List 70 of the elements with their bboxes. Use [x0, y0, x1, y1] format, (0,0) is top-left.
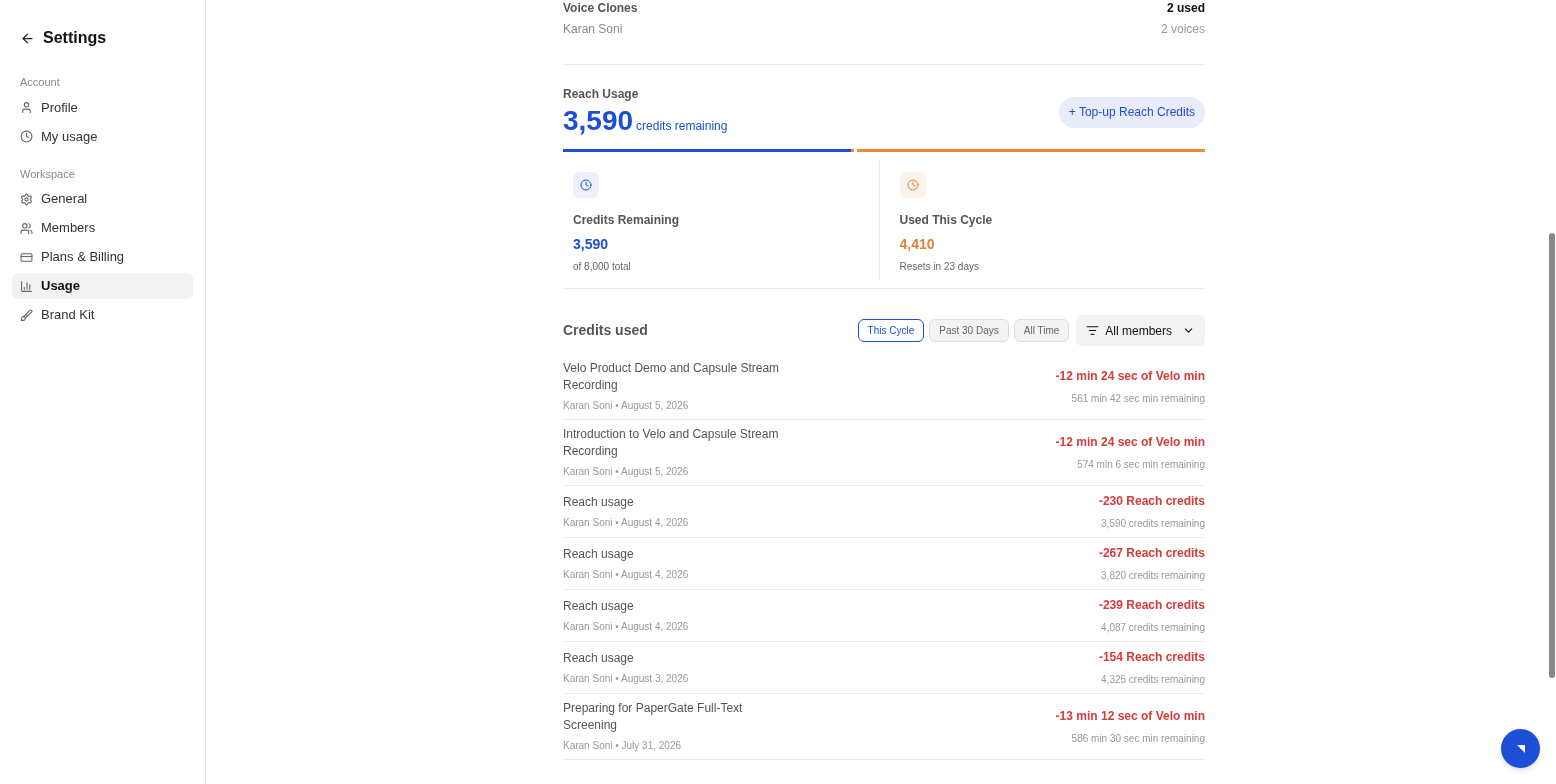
usage-meta: Karan Soni • August 5, 2026 [563, 465, 690, 479]
section-title: Reach Usage [563, 86, 640, 103]
credits-label: credits remaining [636, 118, 728, 135]
usage-meta: Karan Soni • August 4, 2026 [563, 515, 690, 530]
stat-note: of 8,000 total [573, 260, 632, 274]
voice-count: 2 voices [1160, 21, 1205, 38]
remaining-note: 586 min 30 sec min remaining [1071, 732, 1205, 746]
settings-icon [20, 192, 33, 206]
sidebar-item[interactable]: General [12, 186, 193, 212]
settings-title: Settings [43, 28, 107, 48]
sidebar-item[interactable]: Plans & Billing [12, 244, 193, 270]
sidebar-item[interactable]: My usage [12, 123, 193, 150]
section-heading: Workspace [19, 166, 76, 182]
usage-title: Introduction to Velo and Capsule Stream Recording [563, 426, 780, 460]
usage-title: Reach usage [563, 545, 635, 563]
sidebar-item[interactable]: Usage [12, 273, 193, 299]
usage-title: Velo Product Demo and Capsule Stream Recording [563, 360, 781, 394]
remaining-note: 3,820 credits remaining [1101, 569, 1205, 583]
usage-meta: Karan Soni • August 5, 2026 [563, 399, 690, 413]
clock-icon [573, 172, 599, 198]
usage-title: Reach usage [563, 597, 635, 615]
usage-amount: -12 min 24 sec of Velo min [1055, 368, 1205, 385]
scrollbar[interactable] [1549, 233, 1555, 678]
usage-title: Reach usage [563, 649, 635, 667]
usage-amount: -230 Reach credits [1098, 493, 1205, 510]
filter-tab[interactable]: Past 30 Days [929, 319, 1009, 342]
usage-amount: -267 Reach credits [1098, 545, 1205, 562]
bar-chart-icon [20, 279, 33, 293]
usage-title: Preparing for PaperGate Full-Text Screening [563, 700, 744, 734]
usage-title: Reach usage [563, 493, 635, 511]
sidebar-item[interactable]: Profile [12, 94, 193, 121]
sidebar-item[interactable]: Members [12, 215, 193, 241]
credits-amount: 3,590 [563, 104, 634, 138]
usage-amount: -154 Reach credits [1098, 649, 1205, 666]
stat-label: Used This Cycle [899, 212, 994, 229]
stat-value: 4,410 [899, 235, 936, 254]
top-up-button[interactable]: + Top-up Reach Credits [1058, 96, 1205, 128]
stat-note: Resets in 23 days [899, 260, 980, 274]
section-heading: Account [19, 75, 61, 90]
clock-icon [20, 130, 33, 143]
section-title: Voice Clones [563, 1, 638, 15]
member-filter-dropdown[interactable]: All members [1076, 315, 1205, 346]
users-icon [20, 221, 33, 235]
owner-name: Karan Soni [563, 21, 624, 38]
chat-button[interactable] [1501, 729, 1540, 768]
user-icon [20, 101, 33, 114]
used-count: 2 used [1167, 1, 1205, 15]
filter-icon [1086, 324, 1100, 337]
usage-amount: -12 min 24 sec of Velo min [1055, 434, 1205, 451]
remaining-note: 4,325 credits remaining [1101, 673, 1205, 687]
usage-meta: Karan Soni • August 4, 2026 [563, 567, 690, 582]
remaining-note: 574 min 6 sec min remaining [1077, 458, 1205, 472]
card-icon [20, 250, 33, 264]
usage-meta: Karan Soni • August 3, 2026 [563, 671, 690, 686]
usage-amount: -13 min 12 sec of Velo min [1055, 708, 1205, 725]
usage-meta: Karan Soni • August 4, 2026 [563, 619, 690, 634]
filter-tab[interactable]: All Time [1013, 319, 1070, 342]
section-title: Credits used [563, 321, 648, 340]
stat-value: 3,590 [573, 235, 610, 254]
remaining-note: 561 min 42 sec min remaining [1071, 392, 1205, 406]
brush-icon [20, 308, 33, 322]
stat-label: Credits Remaining [573, 212, 681, 229]
cursor-icon [1515, 743, 1526, 754]
remaining-note: 4,087 credits remaining [1101, 621, 1205, 635]
clock-icon [899, 172, 926, 198]
remaining-note: 3,590 credits remaining [1101, 517, 1205, 531]
usage-meta: Karan Soni • July 31, 2026 [563, 739, 683, 753]
sidebar-item[interactable]: Brand Kit [12, 302, 193, 328]
usage-amount: -239 Reach credits [1098, 597, 1205, 614]
filter-tab[interactable]: This Cycle [857, 319, 925, 342]
